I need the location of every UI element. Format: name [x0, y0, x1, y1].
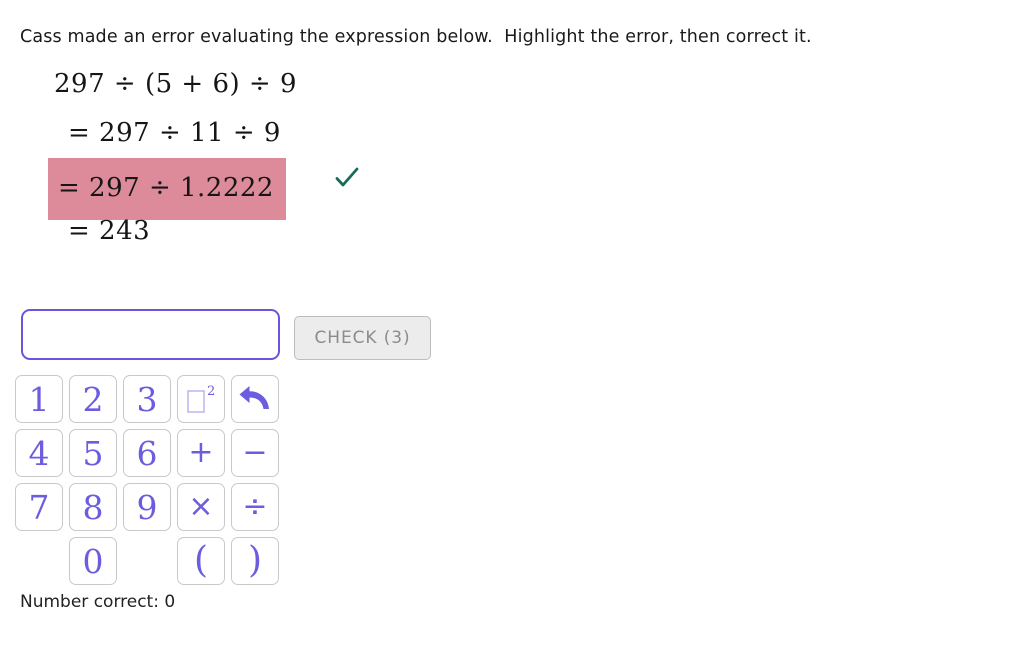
key-label: 2	[82, 379, 104, 419]
answer-input[interactable]	[21, 309, 280, 360]
exercise-page: Cass made an error evaluating the expres…	[0, 0, 1032, 645]
key-4[interactable]: 4	[15, 429, 63, 477]
key-label: 6	[136, 433, 158, 473]
key-label: 4	[28, 433, 50, 473]
key-multiply[interactable]: ×	[177, 483, 225, 531]
work-line-text: 297 ÷ (5 + 6) ÷ 9	[54, 69, 297, 99]
work-line[interactable]: = 297 ÷ 11 ÷ 9	[48, 109, 608, 158]
key-blank-1	[15, 537, 63, 585]
key-9[interactable]: 9	[123, 483, 171, 531]
key-undo[interactable]	[231, 375, 279, 423]
work-line-text: = 297 ÷ 11 ÷ 9	[68, 118, 281, 148]
key-label: 5	[82, 433, 104, 473]
worked-solution: 297 ÷ (5 + 6) ÷ 9 = 297 ÷ 11 ÷ 9 = 297 ÷…	[48, 60, 608, 256]
key-label: 8	[82, 487, 104, 527]
key-6[interactable]: 6	[123, 429, 171, 477]
key-1[interactable]: 1	[15, 375, 63, 423]
checkmark-icon	[333, 162, 361, 190]
key-0[interactable]: 0	[69, 537, 117, 585]
key-divide[interactable]: ÷	[231, 483, 279, 531]
check-button[interactable]: CHECK (3)	[294, 316, 431, 360]
key-2[interactable]: 2	[69, 375, 117, 423]
key-open-paren[interactable]: (	[177, 537, 225, 585]
undo-arrow-icon	[239, 386, 269, 409]
work-line[interactable]: = 243	[48, 207, 608, 256]
work-line-text: = 243	[68, 216, 151, 246]
key-7[interactable]: 7	[15, 483, 63, 531]
key-label: )	[247, 540, 263, 581]
page-title: Cass made an error evaluating the expres…	[20, 27, 812, 47]
key-label: (	[193, 540, 209, 581]
work-line-highlighted[interactable]: = 297 ÷ 1.2222	[48, 158, 608, 220]
svg-text:2: 2	[207, 384, 215, 399]
key-exponent-square[interactable]: 2	[177, 375, 225, 423]
key-label: ×	[188, 489, 214, 524]
key-label: 0	[82, 541, 104, 581]
key-label: 1	[28, 379, 50, 419]
exponent-box-icon: 2	[187, 384, 215, 413]
score-status: Number correct: 0	[20, 592, 176, 612]
key-label: 7	[28, 487, 50, 527]
work-line[interactable]: 297 ÷ (5 + 6) ÷ 9	[48, 60, 608, 109]
key-minus[interactable]: −	[231, 429, 279, 477]
key-blank-2	[123, 537, 171, 585]
key-label: 9	[136, 487, 158, 527]
key-label: −	[242, 435, 268, 470]
answer-row: CHECK (3)	[21, 309, 431, 360]
key-label: ÷	[242, 489, 268, 524]
key-label: +	[188, 435, 214, 470]
key-3[interactable]: 3	[123, 375, 171, 423]
key-8[interactable]: 8	[69, 483, 117, 531]
math-keypad: 1 2 3 2 4 5 6 + −7 8 9 × ÷ 0()	[12, 372, 282, 588]
key-close-paren[interactable]: )	[231, 537, 279, 585]
key-5[interactable]: 5	[69, 429, 117, 477]
key-label: 3	[136, 379, 158, 419]
key-plus[interactable]: +	[177, 429, 225, 477]
